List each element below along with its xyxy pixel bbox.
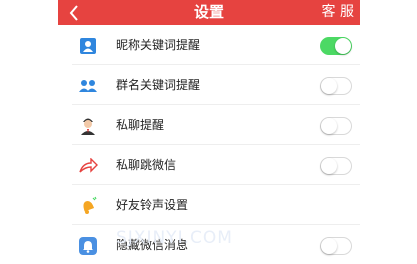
- toggle-knob: [321, 78, 337, 94]
- toggle-knob: [335, 38, 351, 54]
- setting-row-friend-ringtone[interactable]: 好友铃声设置: [58, 185, 360, 225]
- private-chat-alert-toggle[interactable]: [320, 117, 352, 135]
- setting-label: 私聊跳微信: [116, 158, 177, 172]
- setting-label: 昵称关键词提醒: [116, 38, 201, 52]
- person-avatar-icon: [78, 116, 98, 136]
- jump-arrow-icon: [78, 156, 98, 176]
- setting-label: 群名关键词提醒: [116, 78, 201, 92]
- customer-service-button[interactable]: 客 服: [322, 0, 354, 25]
- setting-label: 好友铃声设置: [116, 198, 189, 212]
- setting-row-private-chat-jump-wechat[interactable]: 私聊跳微信: [58, 145, 360, 185]
- hide-wechat-messages-toggle[interactable]: [320, 237, 352, 255]
- page-title: 设置: [193, 3, 224, 21]
- setting-row-private-chat-alert[interactable]: 私聊提醒: [58, 105, 360, 145]
- bell-icon: [78, 196, 98, 216]
- setting-row-nickname-keyword-alert[interactable]: 昵称关键词提醒: [58, 25, 360, 65]
- nickname-keyword-alert-toggle[interactable]: [320, 37, 352, 55]
- setting-row-group-keyword-alert[interactable]: 群名关键词提醒: [58, 65, 360, 105]
- back-button[interactable]: [64, 0, 84, 25]
- back-arrow-icon: [69, 4, 78, 21]
- hidden-message-icon: [78, 236, 98, 256]
- toggle-knob: [321, 118, 337, 134]
- title-bar: 设置 客 服: [58, 0, 360, 25]
- contact-card-icon: [78, 36, 98, 56]
- setting-label: 私聊提醒: [116, 118, 165, 132]
- group-keyword-alert-toggle[interactable]: [320, 77, 352, 95]
- toggle-knob: [321, 158, 337, 174]
- private-chat-jump-wechat-toggle[interactable]: [320, 157, 352, 175]
- group-icon: [78, 76, 98, 96]
- toggle-knob: [321, 238, 337, 254]
- watermark: SJXINYI.COM: [116, 228, 233, 248]
